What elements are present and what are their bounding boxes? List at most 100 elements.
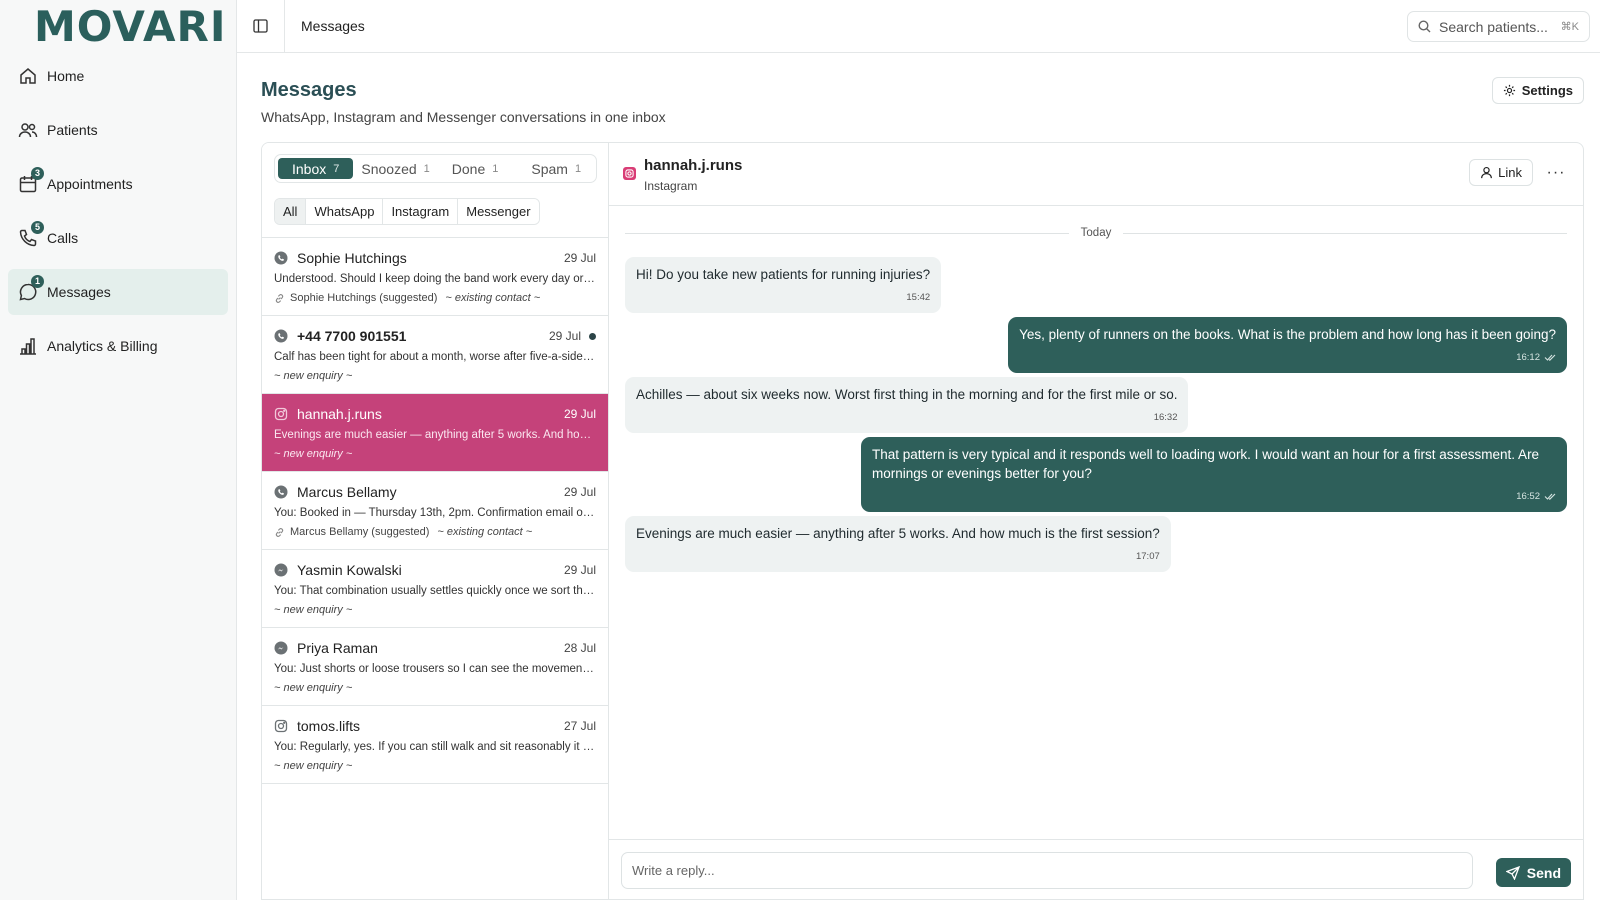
conversation-list: Sophie Hutchings 29 Jul Understood. Shou…	[262, 237, 608, 784]
settings-label: Settings	[1521, 83, 1573, 98]
read-check-icon	[1544, 493, 1556, 500]
incoming-message: Hi! Do you take new patients for running…	[625, 257, 942, 313]
message-time: 16:12	[1019, 348, 1556, 367]
link-icon	[274, 293, 285, 304]
user-icon	[1480, 166, 1493, 179]
more-options-button[interactable]: ···	[1545, 162, 1567, 184]
sidebar-item-appointments[interactable]: 3 Appointments	[8, 161, 228, 207]
logo[interactable]: MOVARI	[0, 0, 236, 53]
link-contact-button[interactable]: Link	[1469, 159, 1533, 186]
logo-text: MOVARI	[34, 1, 227, 51]
divider	[625, 232, 1069, 234]
message-timestamp: 16:32	[1153, 412, 1178, 423]
conversation-date: 29 Jul	[548, 329, 581, 343]
send-label: Send	[1526, 864, 1561, 881]
sidebar-item-messages[interactable]: 1 Messages	[8, 269, 228, 315]
whatsapp-icon	[274, 329, 288, 343]
channel-filter: All WhatsApp Instagram Messenger	[274, 198, 540, 225]
tab-count: 1	[492, 162, 499, 175]
contact-suggestion: Marcus Bellamy (suggested) ~ existing co…	[274, 523, 596, 541]
search-placeholder: Search patients...	[1439, 18, 1548, 35]
gear-icon	[1503, 84, 1516, 97]
message-timestamp: 16:12	[1516, 352, 1540, 363]
status-tabs: Inbox 7 Snoozed 1 Done 1 Spam 1	[274, 154, 597, 183]
conversation-item-selected[interactable]: hannah.j.runs 29 Jul Evenings are much e…	[262, 394, 608, 472]
sidebar-toggle-icon	[253, 19, 268, 33]
tab-spam[interactable]: Spam 1	[524, 158, 588, 179]
incoming-message: Achilles — about six weeks now. Worst fi…	[625, 377, 1189, 433]
tab-label: Spam	[531, 160, 568, 177]
filter-messenger-button[interactable]: Messenger	[458, 199, 539, 224]
contact-status: ~ new enquiry ~	[274, 682, 353, 694]
outgoing-message: Yes, plenty of runners on the books. Wha…	[1008, 317, 1567, 373]
search-shortcut: ⌘K	[1560, 21, 1579, 33]
sidebar-item-patients[interactable]: Patients	[8, 107, 228, 153]
chat-header: hannah.j.runs Instagram Link ···	[609, 143, 1583, 206]
sidebar: MOVARI Home Patients 3 Appointments 5 Ca…	[0, 0, 237, 900]
tab-snoozed[interactable]: Snoozed 1	[354, 158, 436, 179]
sidebar-toggle-button[interactable]	[237, 0, 285, 53]
conversation-item[interactable]: tomos.lifts 27 Jul You: Regularly, yes. …	[262, 706, 608, 784]
users-icon	[18, 120, 38, 140]
page-title: Messages	[261, 79, 357, 101]
tab-label: Inbox	[292, 160, 327, 177]
conversation-preview: You: That combination usually settles qu…	[274, 585, 596, 597]
conversation-item[interactable]: +44 7700 901551 29 Jul Calf has been tig…	[262, 316, 608, 394]
sidebar-item-analytics[interactable]: Analytics & Billing	[8, 323, 228, 369]
conversation-item[interactable]: Yasmin Kowalski 29 Jul You: That combina…	[262, 550, 608, 628]
suggested-contact: Marcus Bellamy (suggested)	[290, 526, 430, 538]
conversation-item[interactable]: Marcus Bellamy 29 Jul You: Booked in — T…	[262, 472, 608, 550]
tab-count: 1	[423, 162, 430, 175]
conversation-preview: Evenings are much easier — anything afte…	[274, 429, 596, 441]
divider	[1123, 232, 1567, 234]
send-icon	[1505, 865, 1520, 880]
contact-suggestion: ~ new enquiry ~	[274, 679, 596, 697]
filter-all-button[interactable]: All	[275, 199, 307, 224]
filter-instagram-button[interactable]: Instagram	[383, 199, 459, 224]
message-time: 15:42	[636, 288, 930, 307]
outgoing-message: That pattern is very typical and it resp…	[861, 437, 1567, 512]
inbox-panel: Inbox 7 Snoozed 1 Done 1 Spam 1 All What…	[261, 142, 1584, 900]
search-input[interactable]: Search patients... ⌘K	[1407, 11, 1590, 42]
conversation-date: 29 Jul	[563, 563, 596, 577]
conversation-name: Marcus Bellamy	[297, 484, 397, 500]
messenger-icon	[274, 641, 288, 655]
conversation-name: Priya Raman	[297, 640, 378, 656]
message-text: Yes, plenty of runners on the books. Wha…	[1019, 327, 1556, 342]
chat-column: hannah.j.runs Instagram Link ··· Today H…	[609, 143, 1583, 899]
message-text: Achilles — about six weeks now. Worst fi…	[636, 387, 1178, 402]
reply-input[interactable]	[621, 852, 1473, 889]
conversation-preview: You: Just shorts or loose trousers so I …	[274, 663, 596, 675]
conversation-item[interactable]: Sophie Hutchings 29 Jul Understood. Shou…	[262, 238, 608, 316]
contact-suggestion: ~ new enquiry ~	[274, 601, 596, 619]
read-check-icon	[1544, 354, 1556, 361]
tab-inbox[interactable]: Inbox 7	[278, 158, 354, 179]
tab-label: Done	[451, 160, 486, 177]
conversation-date: 29 Jul	[563, 485, 596, 499]
conversation-item[interactable]: Priya Raman 28 Jul You: Just shorts or l…	[262, 628, 608, 706]
contact-status: ~ existing contact ~	[437, 526, 533, 538]
conversation-preview: You: Regularly, yes. If you can still wa…	[274, 741, 596, 753]
settings-button[interactable]: Settings	[1491, 77, 1584, 104]
tab-done[interactable]: Done 1	[445, 158, 506, 179]
instagram-icon	[274, 719, 288, 733]
topbar: Messages Search patients... ⌘K	[237, 0, 1600, 53]
messenger-icon	[274, 563, 288, 577]
page-subtitle: WhatsApp, Instagram and Messenger conver…	[261, 109, 666, 125]
message-text: That pattern is very typical and it resp…	[872, 447, 1540, 481]
tab-label: Snoozed	[361, 160, 417, 177]
conversation-name: tomos.lifts	[297, 718, 361, 734]
conversation-preview: You: Booked in — Thursday 13th, 2pm. Con…	[274, 507, 596, 519]
sidebar-item-calls[interactable]: 5 Calls	[8, 215, 228, 261]
conversation-date: 27 Jul	[563, 719, 596, 733]
sidebar-item-label: Home	[47, 68, 85, 84]
whatsapp-icon	[274, 251, 288, 265]
appointments-badge: 3	[31, 167, 44, 180]
conversation-date: 28 Jul	[563, 641, 596, 655]
filter-whatsapp-button[interactable]: WhatsApp	[306, 199, 384, 224]
messages-badge: 1	[31, 275, 44, 288]
message-time: 16:32	[636, 408, 1178, 427]
search-icon	[1418, 20, 1431, 33]
sidebar-item-home[interactable]: Home	[8, 53, 228, 99]
send-button[interactable]: Send	[1495, 858, 1571, 887]
